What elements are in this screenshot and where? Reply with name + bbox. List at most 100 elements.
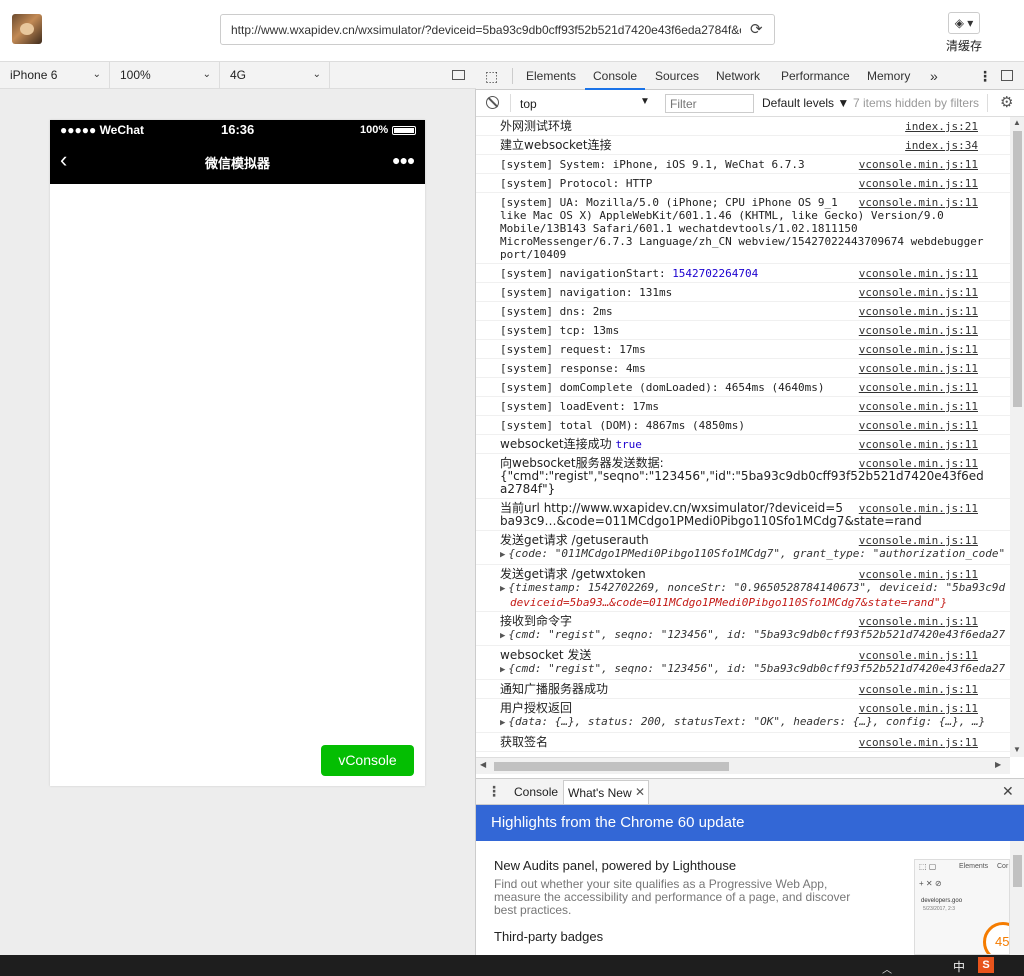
console-source-link[interactable]: vconsole.min.js:11 bbox=[859, 196, 978, 209]
console-vscrollbar[interactable]: ▲ ▼ bbox=[1010, 117, 1024, 757]
scroll-thumb[interactable] bbox=[1013, 855, 1022, 887]
expand-triangle-icon[interactable]: ▶ bbox=[500, 665, 505, 675]
console-text: [system] dns: 2ms bbox=[500, 305, 613, 318]
context-select[interactable]: top ▼ bbox=[514, 93, 654, 113]
log-levels-select[interactable]: Default levels ▼ bbox=[762, 96, 849, 110]
console-source-link[interactable]: vconsole.min.js:11 bbox=[859, 267, 978, 280]
console-source-link[interactable]: vconsole.min.js:11 bbox=[859, 502, 978, 515]
console-text: 获取签名 bbox=[500, 735, 549, 749]
dock-icon[interactable] bbox=[452, 70, 465, 80]
gear-icon[interactable]: ⚙ bbox=[1000, 93, 1013, 111]
layers-icon: ◈ ▾ bbox=[948, 12, 980, 34]
url-bar[interactable]: http://www.wxapidev.cn/wxsimulator/?devi… bbox=[220, 14, 775, 45]
drawer-tab-console[interactable]: Console bbox=[514, 785, 558, 799]
console-row: [system] loadEvent: 17ms vconsole.min.js:… bbox=[476, 397, 1010, 416]
console-object[interactable]: ▶ {cmd: "regist", seqno: "123456", id: "5… bbox=[500, 662, 1006, 677]
console-text: [system] navigationStart: bbox=[500, 267, 673, 280]
console-source-link[interactable]: vconsole.min.js:11 bbox=[859, 381, 978, 394]
tray-up-icon[interactable]: ︿ bbox=[882, 961, 892, 976]
expand-triangle-icon[interactable]: ▶ bbox=[500, 550, 505, 560]
console-row: 发送get请求 /getuserauth ▶ {code: "011MCdgo1PM… bbox=[476, 531, 1010, 565]
console-source-link[interactable]: vconsole.min.js:11 bbox=[859, 568, 978, 581]
console-source-link[interactable]: vconsole.min.js:11 bbox=[859, 343, 978, 356]
scroll-thumb[interactable] bbox=[494, 762, 729, 771]
scroll-thumb[interactable] bbox=[1013, 131, 1022, 407]
thumb-date: 5/23/2017, 2:3 bbox=[923, 906, 955, 912]
console-source-link[interactable]: vconsole.min.js:11 bbox=[859, 534, 978, 547]
console-source-link[interactable]: index.js:34 bbox=[905, 139, 978, 152]
thumb-controls: + ✕ ⊘ bbox=[919, 879, 942, 888]
expand-triangle-icon[interactable]: ▶ bbox=[500, 718, 505, 728]
console-hscrollbar[interactable]: ◀ ▶ bbox=[476, 757, 1010, 774]
device-select[interactable]: iPhone 6 ⌄ bbox=[0, 62, 110, 88]
inspect-icon[interactable]: ⬚ bbox=[485, 62, 501, 90]
tab-memory[interactable]: Memory bbox=[867, 62, 910, 90]
console-text: 接收到命令字 bbox=[500, 614, 573, 628]
console-filter-input[interactable] bbox=[665, 94, 754, 113]
more-icon[interactable]: ●●● bbox=[392, 152, 415, 168]
divider bbox=[512, 68, 513, 84]
expand-triangle-icon[interactable]: ▶ bbox=[500, 584, 505, 594]
tab-network[interactable]: Network bbox=[716, 62, 760, 90]
tab-performance[interactable]: Performance bbox=[781, 62, 850, 90]
console-object[interactable]: ▶ {cmd: "regist", seqno: "123456", id: "5… bbox=[500, 628, 1006, 643]
console-source-link[interactable]: vconsole.min.js:11 bbox=[859, 438, 978, 451]
console-source-link[interactable]: vconsole.min.js:11 bbox=[859, 400, 978, 413]
network-select[interactable]: 4G ⌄ bbox=[220, 62, 330, 88]
drawer-scrollbar[interactable] bbox=[1010, 841, 1024, 955]
console-object[interactable]: ▶ {data: {…}, status: 200, statusText: "O… bbox=[500, 715, 1006, 730]
console-object[interactable]: ▶ {timestamp: 1542702269, nonceStr: "0.96… bbox=[500, 581, 1006, 596]
console-source-link[interactable]: vconsole.min.js:11 bbox=[859, 324, 978, 337]
ime-indicator[interactable]: 中 bbox=[953, 958, 965, 975]
zoom-select[interactable]: 100% ⌄ bbox=[110, 62, 220, 88]
console-source-link[interactable]: vconsole.min.js:11 bbox=[859, 305, 978, 318]
more-tabs-icon[interactable]: » bbox=[930, 62, 938, 90]
console-source-link[interactable]: vconsole.min.js:11 bbox=[859, 649, 978, 662]
console-source-link[interactable]: vconsole.min.js:11 bbox=[859, 419, 978, 432]
expand-triangle-icon[interactable]: ▶ bbox=[500, 631, 505, 641]
drawer-tab-whatsnew[interactable]: What's New ✕ bbox=[563, 780, 649, 804]
vconsole-button[interactable]: vConsole bbox=[321, 745, 414, 776]
context-select-value: top bbox=[520, 97, 537, 111]
feature-title[interactable]: Third-party badges bbox=[494, 929, 603, 944]
zoom-select-value: 100% bbox=[120, 68, 151, 82]
close-tab-icon[interactable]: ✕ bbox=[635, 785, 645, 799]
scroll-up-icon[interactable]: ▲ bbox=[1013, 118, 1021, 127]
console-source-link[interactable]: vconsole.min.js:11 bbox=[859, 158, 978, 171]
feature-title[interactable]: New Audits panel, powered by Lighthouse bbox=[494, 858, 736, 873]
console-object[interactable]: deviceid=5ba93…&code=011MCdgo1PMedi0Pibg… bbox=[500, 596, 1006, 609]
feature-screenshot: ⬚ ▢ Elements Cor + ✕ ⊘ developers.goo 5/… bbox=[914, 859, 1010, 955]
console-source-link[interactable]: vconsole.min.js:11 bbox=[859, 457, 978, 470]
console-row: 获取签名 vconsole.min.js:11 bbox=[476, 733, 1010, 752]
user-avatar[interactable] bbox=[12, 14, 42, 44]
console-source-link[interactable]: vconsole.min.js:11 bbox=[859, 177, 978, 190]
reload-icon[interactable]: ⟳ bbox=[750, 22, 766, 38]
sogou-ime-icon[interactable]: S bbox=[978, 957, 994, 973]
scroll-down-icon[interactable]: ▼ bbox=[1013, 745, 1021, 754]
tab-sources[interactable]: Sources bbox=[655, 62, 699, 90]
kebab-menu-icon[interactable]: ⋮ bbox=[978, 62, 992, 90]
console-source-link[interactable]: vconsole.min.js:11 bbox=[859, 683, 978, 696]
clear-cache-button[interactable]: ◈ ▾ 清缓存 bbox=[944, 12, 984, 56]
console-text: [system] tcp: 13ms bbox=[500, 324, 620, 337]
url-text[interactable]: http://www.wxapidev.cn/wxsimulator/?devi… bbox=[231, 23, 741, 37]
console-text: 建立websocket连接 bbox=[500, 138, 612, 152]
kebab-menu-icon[interactable]: ⋮ bbox=[487, 783, 501, 800]
console-object[interactable]: ▶ {code: "011MCdgo1PMedi0Pibgo110Sfo1MCdg… bbox=[500, 547, 1006, 562]
console-source-link[interactable]: vconsole.min.js:11 bbox=[859, 286, 978, 299]
console-row: 通知广播服务器成功 vconsole.min.js:11 bbox=[476, 680, 1010, 699]
console-source-link[interactable]: index.js:21 bbox=[905, 120, 978, 133]
tab-console[interactable]: Console bbox=[585, 62, 646, 90]
console-source-link[interactable]: vconsole.min.js:11 bbox=[859, 615, 978, 628]
console-source-link[interactable]: vconsole.min.js:11 bbox=[859, 736, 978, 749]
close-drawer-icon[interactable]: ✕ bbox=[1002, 783, 1014, 800]
clear-console-icon[interactable] bbox=[486, 96, 499, 109]
chevron-down-icon: ⌄ bbox=[202, 69, 211, 80]
scroll-right-icon[interactable]: ▶ bbox=[995, 760, 1001, 769]
tab-elements[interactable]: Elements bbox=[526, 62, 576, 90]
console-row: 当前url http://www.wxapidev.cn/wxsimulator… bbox=[476, 499, 1010, 531]
console-source-link[interactable]: vconsole.min.js:11 bbox=[859, 362, 978, 375]
console-source-link[interactable]: vconsole.min.js:11 bbox=[859, 702, 978, 715]
undock-icon[interactable] bbox=[1001, 70, 1013, 81]
scroll-left-icon[interactable]: ◀ bbox=[480, 760, 486, 769]
